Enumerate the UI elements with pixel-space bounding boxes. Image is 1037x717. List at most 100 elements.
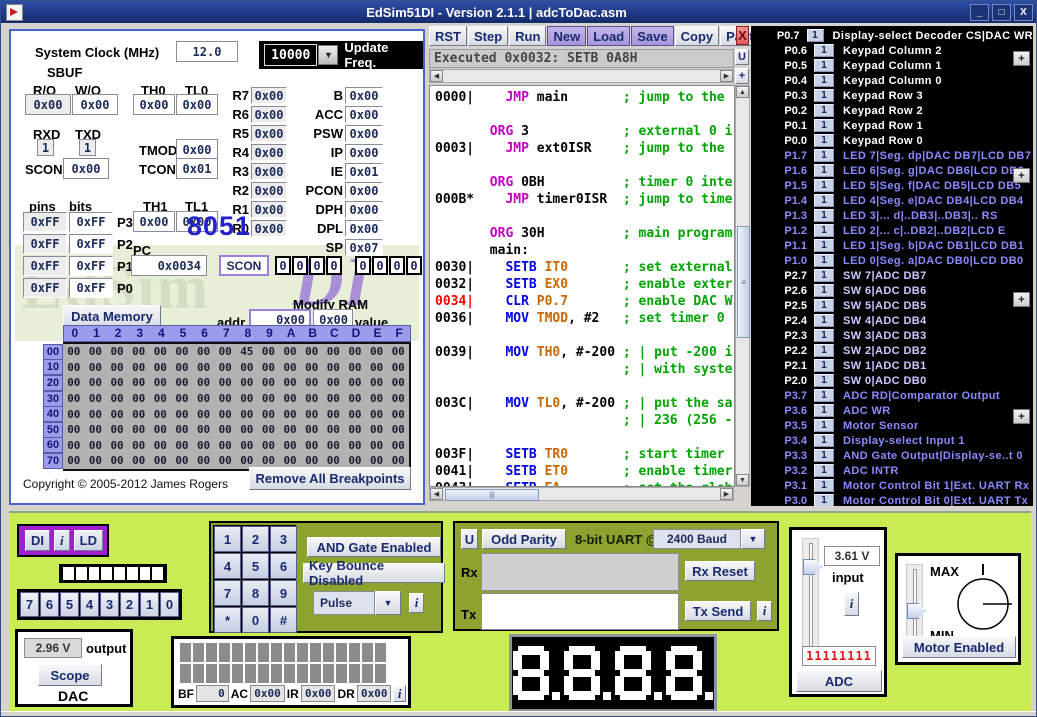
toolbar-rst-button[interactable]: RST — [429, 26, 467, 46]
adc-button[interactable]: ADC — [796, 670, 882, 692]
memory-cell[interactable]: 00 — [366, 345, 388, 358]
memory-cell[interactable]: 00 — [258, 423, 280, 436]
memory-cell[interactable]: 00 — [214, 345, 236, 358]
memory-cell[interactable]: 00 — [63, 345, 85, 358]
code-line[interactable] — [435, 209, 734, 226]
update-freq-field[interactable]: 10000 — [264, 44, 317, 66]
odd-parity-button[interactable]: Odd Parity — [482, 529, 566, 549]
keypad-key-4[interactable]: 4 — [214, 553, 241, 579]
code-line[interactable]: 0034| CLR P0.7 ; enable DAC W — [435, 294, 734, 311]
code-line[interactable]: 000B* JMP timer0ISR ; jump to time — [435, 192, 734, 209]
port-pin-toggle-button[interactable]: 1 — [814, 74, 834, 87]
code-line[interactable]: 0000| JMP main ; jump to the — [435, 90, 734, 107]
port-pin-toggle-button[interactable]: 1 — [814, 434, 834, 447]
code-line[interactable]: main: — [435, 243, 734, 260]
memory-cell[interactable]: 00 — [128, 376, 150, 389]
code-line[interactable]: ORG 0BH ; timer 0 inte — [435, 175, 734, 192]
tx-send-button[interactable]: Tx Send — [685, 601, 751, 621]
sfr-value-field[interactable]: 0x00 — [345, 144, 383, 161]
memory-cell[interactable]: 00 — [85, 408, 107, 421]
memory-cell[interactable]: 00 — [63, 439, 85, 452]
keypad-key-7[interactable]: 7 — [214, 580, 241, 606]
code-line[interactable]: 0003| JMP ext0ISR ; jump to the — [435, 141, 734, 158]
memory-cell[interactable]: 00 — [85, 392, 107, 405]
scon-bit-field[interactable]: 0 — [275, 256, 291, 275]
memory-cell[interactable]: 00 — [323, 439, 345, 452]
memory-cell[interactable]: 00 — [150, 392, 172, 405]
keypad-key-2[interactable]: 2 — [242, 526, 269, 552]
display-select-button-1[interactable]: 1 — [140, 592, 159, 617]
memory-cell[interactable]: 00 — [214, 361, 236, 374]
tmod-field[interactable]: 0x00 — [176, 139, 218, 160]
pulse-dropdown[interactable]: Pulse — [313, 591, 375, 615]
sfr-value-field[interactable]: 0x00 — [345, 182, 383, 199]
port-pins-field[interactable]: 0xFF — [23, 256, 67, 276]
memory-cell[interactable]: 00 — [85, 439, 107, 452]
display-mode-info-button[interactable]: i — [54, 530, 70, 551]
code-line[interactable]: ; | 236 (256 - — [435, 413, 734, 430]
memory-cell[interactable]: 00 — [323, 454, 345, 467]
memory-cell[interactable]: 00 — [387, 454, 409, 467]
memory-cell[interactable]: 00 — [193, 376, 215, 389]
memory-cell[interactable]: 00 — [323, 345, 345, 358]
sbuf-ro-field[interactable]: 0x00 — [25, 94, 71, 115]
tx-field[interactable] — [481, 593, 679, 630]
code-line[interactable] — [435, 328, 734, 345]
tl0-field[interactable]: 0x00 — [176, 94, 218, 115]
display-select-button-4[interactable]: 4 — [80, 592, 99, 617]
memory-cell[interactable]: 00 — [344, 361, 366, 374]
register-value-field[interactable]: 0x00 — [251, 106, 287, 123]
memory-cell[interactable]: 00 — [85, 454, 107, 467]
memory-cell[interactable]: 00 — [150, 376, 172, 389]
keypad-key-0[interactable]: 0 — [242, 607, 269, 633]
memory-cell[interactable]: 00 — [150, 361, 172, 374]
memory-cell[interactable]: 00 — [85, 376, 107, 389]
th0-field[interactable]: 0x00 — [133, 94, 175, 115]
memory-cell[interactable]: 00 — [366, 361, 388, 374]
expand-port0-button[interactable]: + — [1013, 51, 1030, 66]
port-pin-toggle-button[interactable]: 1 — [814, 464, 834, 477]
display-select-button-7[interactable]: 7 — [20, 592, 39, 617]
memory-cell[interactable]: 00 — [387, 423, 409, 436]
port-pin-toggle-button[interactable]: 1 — [814, 479, 834, 492]
memory-cell[interactable]: 00 — [258, 454, 280, 467]
baud-dropdown-arrow[interactable]: ▼ — [741, 529, 765, 549]
display-mode-ld-button[interactable]: LD — [74, 530, 103, 551]
port-pin-toggle-button[interactable]: 1 — [814, 299, 834, 312]
port-pin-toggle-button[interactable]: 1 — [814, 119, 834, 132]
maximize-button[interactable]: □ — [992, 4, 1011, 21]
port-pin-toggle-button[interactable]: 1 — [814, 209, 834, 222]
code-horizontal-scrollbar[interactable]: ◀ ▶ ||| — [429, 487, 734, 501]
memory-cell[interactable]: 00 — [193, 423, 215, 436]
memory-cell[interactable]: 00 — [106, 392, 128, 405]
memory-cell[interactable]: 00 — [171, 408, 193, 421]
memory-cell[interactable]: 00 — [214, 454, 236, 467]
memory-cell[interactable]: 00 — [150, 408, 172, 421]
memory-cell[interactable]: 00 — [214, 408, 236, 421]
port-pin-toggle-button[interactable]: 1 — [814, 104, 834, 117]
register-value-field[interactable]: 0x00 — [251, 163, 287, 180]
memory-cell[interactable]: 00 — [236, 376, 258, 389]
sbuf-wo-field[interactable]: 0x00 — [72, 94, 118, 115]
port-pin-toggle-button[interactable]: 1 — [814, 449, 834, 462]
memory-cell[interactable]: 00 — [128, 454, 150, 467]
code-line[interactable]: 003C| MOV TL0, #-200 ; | put the sa — [435, 396, 734, 413]
sfr-value-field[interactable]: 0x00 — [345, 87, 383, 104]
memory-cell[interactable]: 00 — [128, 361, 150, 374]
memory-cell[interactable]: 00 — [258, 376, 280, 389]
adc-slider-thumb[interactable] — [803, 559, 822, 575]
memory-cell[interactable]: 00 — [128, 345, 150, 358]
motor-enabled-button[interactable]: Motor Enabled — [902, 636, 1016, 658]
memory-cell[interactable]: 00 — [279, 392, 301, 405]
memory-cell[interactable]: 00 — [236, 392, 258, 405]
register-value-field[interactable]: 0x00 — [251, 125, 287, 142]
memory-cell[interactable]: 00 — [193, 361, 215, 374]
port-pin-toggle-button[interactable]: 1 — [814, 284, 834, 297]
minimize-button[interactable]: _ — [970, 4, 989, 21]
code-line[interactable]: 0039| MOV TH0, #-200 ; | put -200 i — [435, 345, 734, 362]
memory-cell[interactable]: 00 — [193, 392, 215, 405]
memory-cell[interactable]: 00 — [193, 454, 215, 467]
port-bits-field[interactable]: 0xFF — [69, 256, 113, 276]
memory-cell[interactable]: 00 — [128, 423, 150, 436]
keypad-key-1[interactable]: 1 — [214, 526, 241, 552]
